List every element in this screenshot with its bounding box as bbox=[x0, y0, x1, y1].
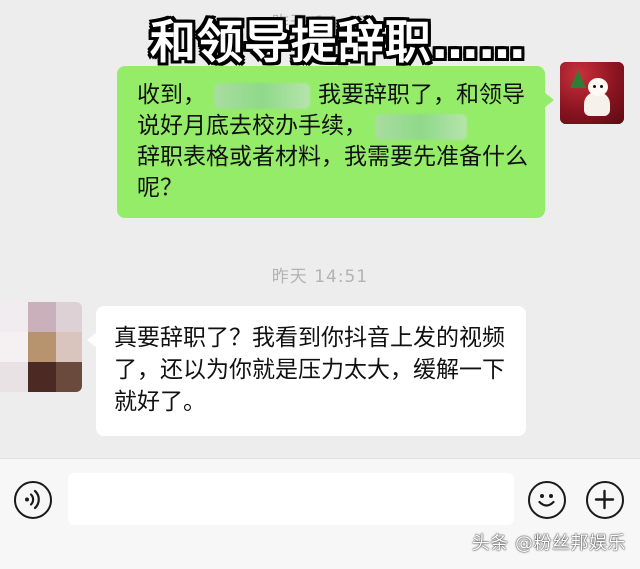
sent-message-bubble[interactable]: 收到， 我要辞职了，和领导说好月底去校办手续， 辞职表格或者材料，我需要先准备什么… bbox=[117, 66, 554, 218]
emoji-icon[interactable] bbox=[528, 481, 566, 519]
avatar-pixel bbox=[0, 302, 28, 332]
input-bar: 头条 @粉丝邦娱乐 bbox=[0, 458, 640, 569]
overlay-headline: 和领导提辞职…… bbox=[150, 15, 526, 69]
sent-text-part1: 收到， bbox=[137, 82, 206, 108]
tree-icon bbox=[570, 70, 586, 88]
message-input[interactable] bbox=[68, 473, 514, 525]
redacted-name bbox=[214, 82, 310, 109]
voice-icon[interactable] bbox=[14, 481, 52, 519]
avatar-pixel bbox=[0, 332, 28, 362]
contact-avatar[interactable] bbox=[0, 302, 82, 392]
sent-text-part3: 辞职表格或者材料，我需要先准备什么呢？ bbox=[137, 144, 528, 201]
avatar-pixel bbox=[28, 362, 56, 392]
avatar-pixel bbox=[56, 332, 82, 362]
avatar-pixel bbox=[56, 302, 82, 332]
avatar-pixel bbox=[28, 302, 56, 332]
received-message-bubble[interactable]: 真要辞职了？我看到你抖音上发的视频了，还以为你就是压力太大，缓解一下就好了。 bbox=[87, 306, 526, 436]
received-message-text: 真要辞职了？我看到你抖音上发的视频了，还以为你就是压力太大，缓解一下就好了。 bbox=[114, 325, 505, 415]
watermark: 头条 @粉丝邦娱乐 bbox=[471, 533, 626, 554]
dog-head bbox=[588, 78, 608, 96]
dog-eye bbox=[600, 85, 603, 88]
avatar-pixel bbox=[28, 332, 56, 362]
dog-eye bbox=[593, 85, 596, 88]
avatar-pixel bbox=[56, 362, 82, 392]
plus-icon[interactable] bbox=[586, 481, 624, 519]
timestamp-middle: 昨天 14:51 bbox=[271, 267, 369, 287]
avatar-pixel bbox=[0, 362, 28, 392]
self-avatar[interactable] bbox=[560, 62, 624, 124]
sent-message-text: 收到， 我要辞职了，和领导说好月底去校办手续， 辞职表格或者材料，我需要先准备什么… bbox=[137, 80, 537, 204]
redacted-text bbox=[375, 113, 467, 140]
